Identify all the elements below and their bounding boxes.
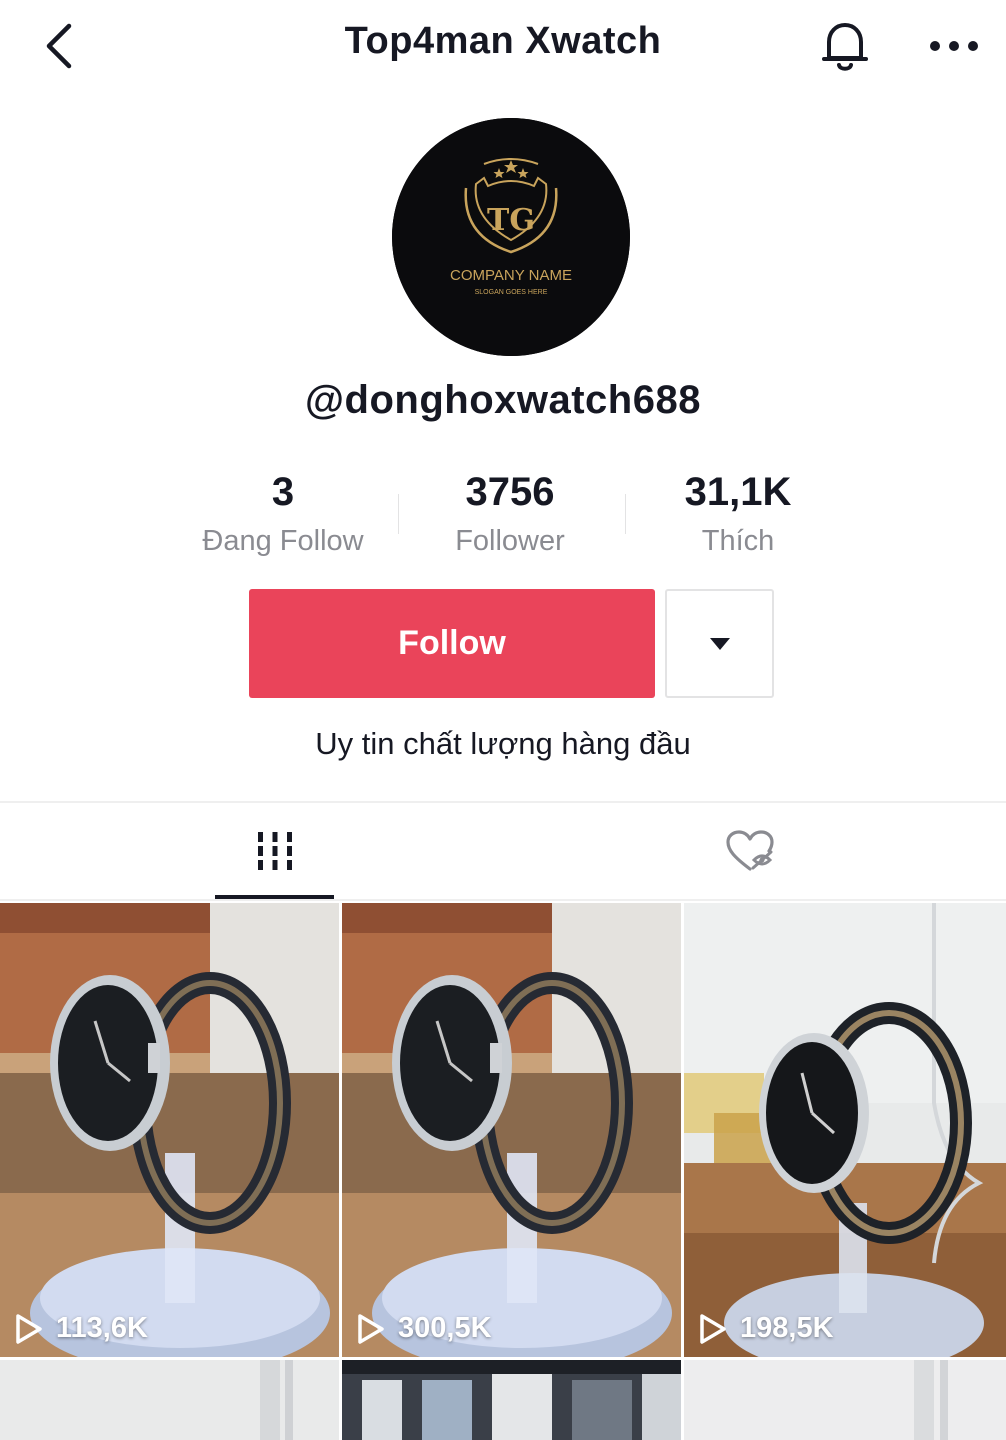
logo-slogan: SLOGAN GOES HERE [475, 289, 548, 296]
logo-title: COMPANY NAME [450, 267, 572, 284]
watch-photo [0, 903, 339, 1357]
logo-monogram: TG [487, 203, 535, 238]
company-logo: TG COMPANY NAME SLOGAN GOES HERE [392, 118, 630, 356]
following-label: Đang Follow [202, 525, 364, 557]
video-preview [342, 1360, 681, 1440]
tab-videos[interactable] [215, 803, 334, 899]
stat-following[interactable]: 3 Đang Follow [170, 468, 396, 564]
avatar[interactable]: TG COMPANY NAME SLOGAN GOES HERE [392, 118, 630, 356]
video-preview [684, 1360, 1006, 1440]
bell-icon [822, 23, 868, 71]
view-count: 198,5K [698, 1312, 834, 1345]
grid-lines-icon [257, 832, 292, 870]
username: @donghoxwatch688 [305, 378, 701, 422]
follow-button[interactable]: Follow [249, 589, 655, 698]
more-options-button[interactable] [922, 18, 986, 74]
notification-button[interactable] [815, 16, 875, 76]
video-grid: 113,6K 300,5K 198,5K [0, 903, 1006, 1440]
stat-followers[interactable]: 3756 Follower [397, 468, 623, 564]
video-thumbnail[interactable] [684, 1360, 1006, 1440]
video-thumbnail[interactable] [0, 1360, 339, 1440]
caret-down-icon [709, 637, 730, 650]
more-dots-icon [930, 41, 978, 51]
play-icon [700, 1313, 726, 1344]
divider [0, 899, 1006, 901]
stat-likes[interactable]: 31,1K Thích [625, 468, 851, 564]
divider [0, 801, 1006, 803]
followers-count: 3756 [465, 470, 555, 514]
heart-hidden-icon [725, 830, 774, 871]
top-bar: Top4man Xwatch [0, 0, 1006, 90]
video-thumbnail[interactable]: 300,5K [342, 903, 681, 1357]
view-count-text: 198,5K [740, 1312, 834, 1344]
followers-label: Follower [455, 525, 565, 557]
view-count: 113,6K [14, 1312, 148, 1345]
profile-stats: 3 Đang Follow 3756 Follower 31,1K Thích [170, 468, 850, 568]
watch-photo [684, 903, 1006, 1357]
video-thumbnail[interactable]: 198,5K [684, 903, 1006, 1357]
following-count: 3 [271, 470, 295, 514]
video-preview [0, 1360, 339, 1440]
play-icon [16, 1313, 42, 1344]
tab-liked[interactable] [690, 803, 809, 899]
suggested-accounts-button[interactable] [665, 589, 774, 698]
play-icon [358, 1313, 384, 1344]
video-thumbnail[interactable] [342, 1360, 681, 1440]
view-count-text: 113,6K [56, 1312, 148, 1344]
view-count-text: 300,5K [398, 1312, 492, 1344]
likes-label: Thích [701, 525, 775, 557]
profile-bio: Uy tin chất lượng hàng đầu [315, 726, 691, 761]
likes-count: 31,1K [684, 470, 792, 514]
view-count: 300,5K [356, 1312, 492, 1345]
watch-photo [342, 903, 681, 1357]
video-thumbnail[interactable]: 113,6K [0, 903, 339, 1357]
